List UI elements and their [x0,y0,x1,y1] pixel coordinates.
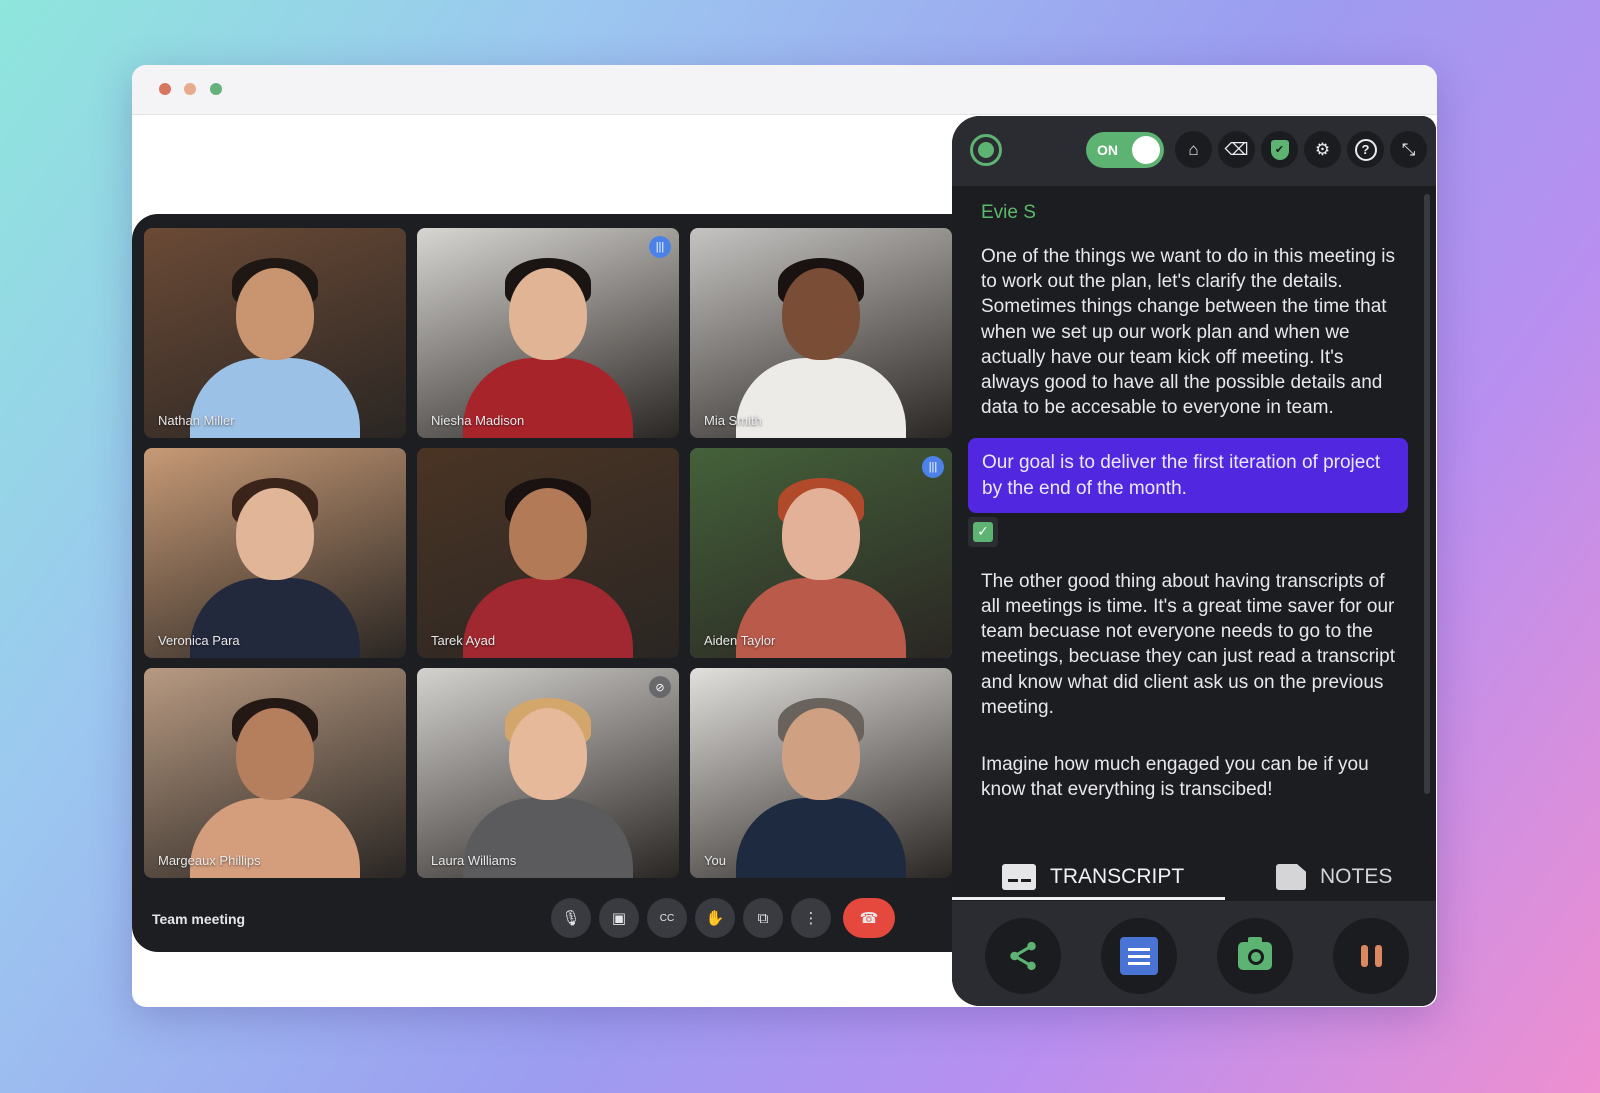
minimize-button[interactable]: ⤡ [1390,131,1427,168]
participant-name: Aiden Taylor [704,633,776,648]
screenshot-button[interactable] [1217,918,1293,994]
participant-name: You [704,853,726,868]
tab-notes-label: NOTES [1320,865,1393,888]
muted-mic-icon: ⊘ [649,676,671,698]
home-button[interactable]: ⌂ [1175,131,1212,168]
tab-notes[interactable]: NOTES [1276,857,1392,897]
help-button[interactable]: ? [1347,131,1384,168]
share-button[interactable] [985,918,1061,994]
participant-tile[interactable]: Nathan Miller [144,228,406,438]
participant-tile[interactable]: Niesha Madison ||| [417,228,679,438]
participant-tile[interactable]: Aiden Taylor ||| [690,448,952,658]
document-icon [1120,937,1158,975]
settings-button[interactable]: ⚙ [1304,131,1341,168]
transcription-toggle[interactable]: ON [1086,132,1164,168]
participant-tile[interactable]: Tarek Ayad [417,448,679,658]
maximize-window-button[interactable] [210,83,222,95]
captions-icon: CC [659,912,675,924]
participant-tile[interactable]: Mia Smith [690,228,952,438]
mic-button[interactable]: 🎙 [551,898,591,938]
meeting-toolbar: Team meeting 🎙 ▣ CC ✋ ⧉ ⋮ ☎ [132,882,972,952]
raise-hand-button[interactable]: ✋ [695,898,735,938]
note-icon [1276,864,1306,890]
share-icon [1010,941,1036,971]
speaking-indicator-icon: ||| [649,236,671,258]
pause-button[interactable] [1333,918,1409,994]
participant-name: Laura Williams [431,853,517,868]
transcript-paragraph: Imagine how much engaged you can be if y… [981,754,1369,801]
transcript-scrollbar[interactable] [1424,194,1430,794]
header-icon-bar: ⌂ ⌫ ✔ ⚙? ⤡ [1175,131,1427,168]
minimize-window-button[interactable] [184,83,196,95]
meeting-panel: Nathan Miller Niesha Madison ||| Mia Smit… [132,214,972,952]
present-button[interactable]: ⧉ [743,898,783,938]
more-icon: ⋮ [803,910,819,927]
mic-icon: 🎙 [561,910,581,927]
shield-icon: ✔ [1270,139,1289,160]
participant-name: Tarek Ayad [431,633,496,648]
help-icon: ? [1354,138,1377,161]
transcript-body: Evie S One of the things we want to do i… [952,186,1422,861]
highlight-checkbox[interactable]: ✓ [968,516,998,547]
participant-grid: Nathan Miller Niesha Madison ||| Mia Smit… [144,228,952,878]
person-head [236,488,314,580]
meeting-title: Team meeting [152,911,246,927]
person-head [509,708,587,800]
participant-tile[interactable]: Veronica Para [144,448,406,658]
widget-footer [952,901,1436,1006]
widget-tabs: TRANSCRIPT NOTES [952,857,1436,901]
speaker-name: Evie S [981,202,1036,223]
home-icon: ⌂ [1188,139,1199,159]
person-head [509,488,587,580]
participant-name: Mia Smith [704,413,762,428]
participant-name: Niesha Madison [431,413,525,428]
transcript-paragraph: One of the things we want to do in this … [981,246,1396,419]
settings-icon: ⚙ [1314,139,1331,159]
tab-transcript-label: TRANSCRIPT [1050,865,1185,888]
person-head [782,268,860,360]
highlighted-paragraph[interactable]: Our goal is to deliver the first iterati… [968,438,1408,513]
participant-name: Margeaux Phillips [158,853,261,868]
participant-tile[interactable]: Laura Williams ⊘ [417,668,679,878]
camera-icon [1238,937,1272,970]
transcript-paragraph: The other good thing about having transc… [981,570,1396,718]
toggle-label: ON [1097,142,1118,158]
participant-name: Veronica Para [158,633,240,648]
speaking-indicator-icon: ||| [922,456,944,478]
toggle-knob [1132,136,1160,164]
pause-icon [1360,945,1382,967]
more-button[interactable]: ⋮ [791,898,831,938]
person-head [509,268,587,360]
raise-hand-icon: ✋ [705,910,725,927]
call-controls: 🎙 ▣ CC ✋ ⧉ ⋮ ☎ [551,898,895,938]
person-head [236,708,314,800]
end-call-icon: ☎ [859,910,879,927]
tab-transcript[interactable]: TRANSCRIPT [1002,857,1184,897]
document-button[interactable] [1101,918,1177,994]
eraser-button[interactable]: ⌫ [1218,131,1255,168]
close-window-button[interactable] [159,83,171,95]
participant-tile[interactable]: You [690,668,952,878]
active-tab-indicator [952,897,1225,900]
end-call-button[interactable]: ☎ [843,898,895,938]
shield-button[interactable]: ✔ [1261,131,1298,168]
person-head [782,488,860,580]
record-indicator-icon[interactable] [970,134,1002,166]
eraser-icon: ⌫ [1224,139,1249,159]
subtitles-icon [1002,864,1036,890]
widget-header: ON ⌂ ⌫ ✔ ⚙? ⤡ [952,116,1436,186]
participant-tile[interactable]: Margeaux Phillips [144,668,406,878]
person-head [782,708,860,800]
transcript-widget: ON ⌂ ⌫ ✔ ⚙? ⤡ Evie S One of the things we wa… [952,116,1436,1006]
present-icon: ⧉ [757,909,769,927]
minimize-icon: ⤡ [1401,139,1416,159]
title-bar [132,65,1437,115]
checkmark-icon: ✓ [973,521,993,542]
person-head [236,268,314,360]
participant-name: Nathan Miller [158,413,235,428]
captions-button[interactable]: CC [647,898,687,938]
camera-button[interactable]: ▣ [599,898,639,938]
camera-icon: ▣ [611,910,627,927]
